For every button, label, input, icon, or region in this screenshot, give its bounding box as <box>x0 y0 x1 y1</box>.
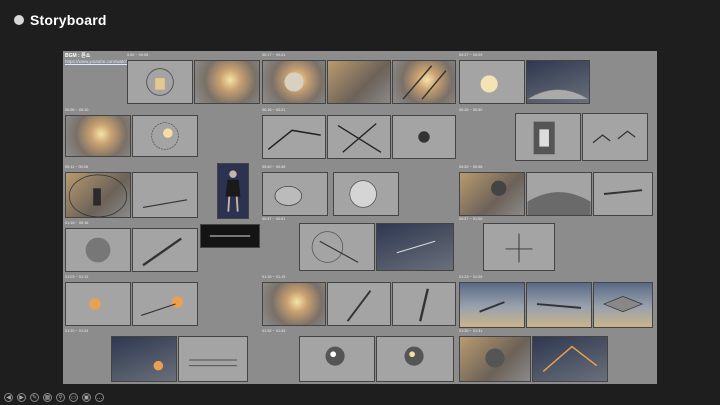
timecode: 00:47 ~ 00:51 <box>262 217 286 221</box>
zoom-icon: ⚲ <box>58 395 63 401</box>
storyboard-frame <box>376 336 454 382</box>
storyboard-frame <box>299 223 375 271</box>
timecode: 01:23 ~ 01:25 <box>459 275 483 279</box>
storyboard-frame <box>327 60 391 104</box>
storyboard-frame <box>459 282 525 328</box>
storyboard-frame <box>327 115 391 159</box>
storyboard-frame <box>132 115 198 157</box>
storyboard-frame <box>262 60 326 104</box>
timecode: 01:32 ~ 01:33 <box>262 329 286 333</box>
storyboard-frame <box>132 282 198 326</box>
camera-button[interactable]: ▣ <box>82 393 91 402</box>
timecode: 00:16 ~ 00:21 <box>262 108 286 112</box>
subtitles-icon: ▭ <box>70 395 77 401</box>
storyboard-frame <box>593 172 653 216</box>
storyboard-frame <box>132 228 198 272</box>
subtitles-button[interactable]: ▭ <box>69 393 78 402</box>
timecode: 00:17 ~ 00:21 <box>262 53 286 57</box>
timecode: 00:52 ~ 00:56 <box>459 165 483 169</box>
slide-header: Storyboard <box>14 12 107 28</box>
timecode: 00:26 ~ 00:30 <box>459 108 483 112</box>
storyboard-frame <box>65 282 131 326</box>
storyboard-frame <box>262 172 328 216</box>
storyboard-frame <box>526 172 592 216</box>
storyboard-frame <box>483 223 555 271</box>
timecode: 01:15 ~ 01:19 <box>262 275 286 279</box>
timecode: 01:03 ~ 01:12 <box>65 275 89 279</box>
pen-tool-button[interactable]: ✎ <box>30 393 39 402</box>
timecode: 00:11 ~ 00:15 <box>65 165 89 169</box>
storyboard-frame <box>593 282 653 328</box>
storyboard-frame <box>459 336 531 382</box>
storyboard-frame <box>127 60 193 104</box>
storyboard-frame <box>459 172 525 216</box>
storyboard-frame <box>194 60 260 104</box>
more-icon: … <box>96 395 103 401</box>
timecode: 00:40 ~ 00:45 <box>262 165 286 169</box>
more-options-button[interactable]: … <box>95 393 104 402</box>
bullet-icon <box>14 15 24 25</box>
next-slide-button[interactable]: ▶ <box>17 393 26 402</box>
storyboard-frame <box>392 115 456 159</box>
storyboard-frame <box>262 282 326 326</box>
storyboard-frame <box>526 282 592 328</box>
storyboard-frame <box>392 60 456 104</box>
storyboard-frame <box>132 172 198 218</box>
storyboard-frame <box>392 282 456 326</box>
slides-grid-button[interactable]: ▦ <box>43 393 52 402</box>
pen-icon: ✎ <box>31 395 38 401</box>
storyboard-frame <box>65 172 131 218</box>
presentation-toolbar: ◀ ▶ ✎ ▦ ⚲ ▭ ▣ … <box>4 393 104 402</box>
zoom-button[interactable]: ⚲ <box>56 393 65 402</box>
storyboard-frame <box>333 172 399 216</box>
storyboard-frame <box>515 113 581 161</box>
next-icon: ▶ <box>19 395 24 401</box>
timecode: 01:20 ~ 01:24 <box>65 329 89 333</box>
storyboard-frame <box>65 115 131 157</box>
camera-icon: ▣ <box>83 395 90 401</box>
storyboard-frame <box>111 336 177 382</box>
previous-icon: ◀ <box>6 395 11 401</box>
timecode: 00:57 ~ 01:00 <box>459 217 483 221</box>
timecode: 01:16 ~ 00:16 <box>65 221 89 225</box>
storyboard-frame <box>459 60 525 104</box>
storyboard-frame <box>65 228 131 272</box>
storyboard-frame <box>217 163 249 219</box>
storyboard-frame <box>178 336 248 382</box>
timecode: 00:27 ~ 00:29 <box>459 53 483 57</box>
slide-title: Storyboard <box>30 12 107 28</box>
grid-icon: ▦ <box>44 395 51 401</box>
timecode: 0:00 ~ 00:05 <box>127 53 149 57</box>
storyboard-frame <box>532 336 608 382</box>
storyboard-frame <box>526 60 590 104</box>
storyboard-frame <box>582 113 648 161</box>
storyboard-frame <box>376 223 454 271</box>
previous-slide-button[interactable]: ◀ <box>4 393 13 402</box>
storyboard-frame <box>200 224 260 248</box>
storyboard-frame <box>327 282 391 326</box>
storyboard-image: BGM : 폰소 https://www.youtube.com/watch?v… <box>63 51 657 384</box>
timecode: 01:30 ~ 01:31 <box>459 329 483 333</box>
timecode: 00:06 ~ 00:10 <box>65 108 89 112</box>
storyboard-frame <box>299 336 375 382</box>
storyboard-frame <box>262 115 326 159</box>
